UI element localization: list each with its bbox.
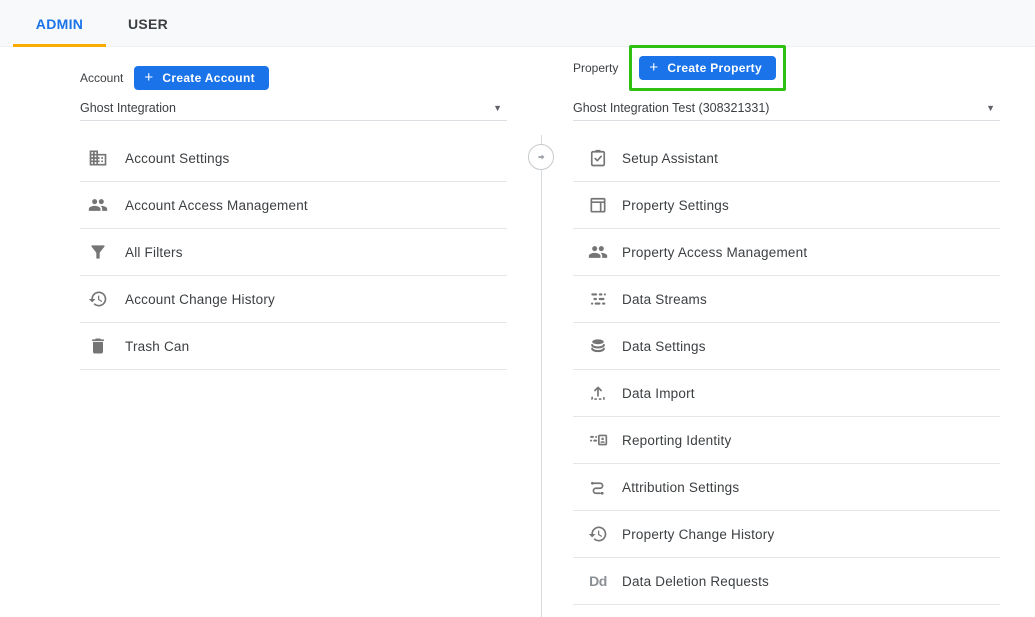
chevron-down-icon: ▼ — [493, 103, 507, 113]
menu-item-reporting-identity[interactable]: Reporting Identity — [573, 417, 1000, 464]
create-property-highlight-box: + Create Property — [629, 45, 786, 91]
menu-item-attribution-settings[interactable]: Attribution Settings — [573, 464, 1000, 511]
menu-item-setup-assistant[interactable]: Setup Assistant — [573, 135, 1000, 182]
menu-item-label: All Filters — [125, 245, 183, 260]
menu-item-account-settings[interactable]: Account Settings — [80, 135, 507, 182]
route-icon — [588, 477, 608, 497]
tab-admin[interactable]: ADMIN — [13, 0, 106, 47]
account-selector-value: Ghost Integration — [80, 101, 176, 115]
menu-item-label: Attribution Settings — [622, 480, 739, 495]
property-selector[interactable]: Ghost Integration Test (308321331) ▼ — [573, 96, 1000, 121]
menu-item-data-import[interactable]: Data Import — [573, 370, 1000, 417]
history-icon — [588, 524, 608, 544]
create-account-button[interactable]: + Create Account — [134, 66, 269, 90]
filter-icon — [88, 242, 108, 262]
menu-item-label: Account Change History — [125, 292, 275, 307]
menu-item-label: Trash Can — [125, 339, 189, 354]
account-label: Account — [80, 71, 123, 85]
menu-item-label: Property Access Management — [622, 245, 807, 260]
history-icon — [88, 289, 108, 309]
account-menu: Account Settings Account Access Manageme… — [80, 135, 507, 370]
building-icon — [88, 148, 108, 168]
menu-item-label: Data Settings — [622, 339, 706, 354]
property-header: Property + Create Property — [573, 53, 1000, 83]
chevron-down-icon: ▼ — [986, 103, 1000, 113]
menu-item-property-change-history[interactable]: Property Change History — [573, 511, 1000, 558]
property-menu: Setup Assistant Property Settings Proper… — [573, 135, 1000, 605]
plus-icon: + — [144, 69, 153, 86]
menu-item-data-settings[interactable]: Data Settings — [573, 323, 1000, 370]
database-icon — [588, 336, 608, 356]
menu-item-label: Property Settings — [622, 198, 729, 213]
menu-item-label: Data Streams — [622, 292, 707, 307]
people-icon — [88, 195, 108, 215]
trash-icon — [88, 336, 108, 356]
menu-item-account-access-management[interactable]: Account Access Management — [80, 182, 507, 229]
account-selector[interactable]: Ghost Integration ▼ — [80, 96, 507, 121]
identity-card-icon — [588, 430, 608, 450]
account-header: Account + Create Account — [80, 63, 507, 93]
arrow-right-icon — [534, 150, 548, 164]
clipboard-check-icon — [588, 148, 608, 168]
admin-page: ADMIN USER Account + Create Account Ghos… — [0, 0, 1035, 617]
menu-item-property-settings[interactable]: Property Settings — [573, 182, 1000, 229]
people-icon — [588, 242, 608, 262]
menu-item-property-access-management[interactable]: Property Access Management — [573, 229, 1000, 276]
menu-item-label: Account Access Management — [125, 198, 308, 213]
upload-icon — [588, 383, 608, 403]
create-property-button[interactable]: + Create Property — [639, 56, 776, 80]
menu-item-all-filters[interactable]: All Filters — [80, 229, 507, 276]
streams-icon — [588, 289, 608, 309]
menu-item-label: Account Settings — [125, 151, 230, 166]
property-selector-value: Ghost Integration Test (308321331) — [573, 101, 769, 115]
dd-text-icon: Dd — [588, 571, 608, 591]
menu-item-label: Data Import — [622, 386, 695, 401]
plus-icon: + — [649, 59, 658, 76]
create-property-label: Create Property — [667, 61, 762, 75]
menu-item-label: Reporting Identity — [622, 433, 731, 448]
menu-item-data-streams[interactable]: Data Streams — [573, 276, 1000, 323]
tab-user[interactable]: USER — [106, 0, 190, 47]
create-account-label: Create Account — [162, 71, 254, 85]
window-layout-icon — [588, 195, 608, 215]
menu-item-label: Setup Assistant — [622, 151, 718, 166]
menu-item-account-change-history[interactable]: Account Change History — [80, 276, 507, 323]
menu-item-trash-can[interactable]: Trash Can — [80, 323, 507, 370]
tab-bar: ADMIN USER — [0, 0, 1035, 47]
active-tab-underline — [13, 44, 106, 47]
collapse-panel-button[interactable] — [528, 144, 554, 170]
panel-divider — [541, 135, 542, 617]
menu-item-label: Property Change History — [622, 527, 774, 542]
menu-item-label: Data Deletion Requests — [622, 574, 769, 589]
property-label: Property — [573, 61, 618, 75]
menu-item-data-deletion-requests[interactable]: Dd Data Deletion Requests — [573, 558, 1000, 605]
